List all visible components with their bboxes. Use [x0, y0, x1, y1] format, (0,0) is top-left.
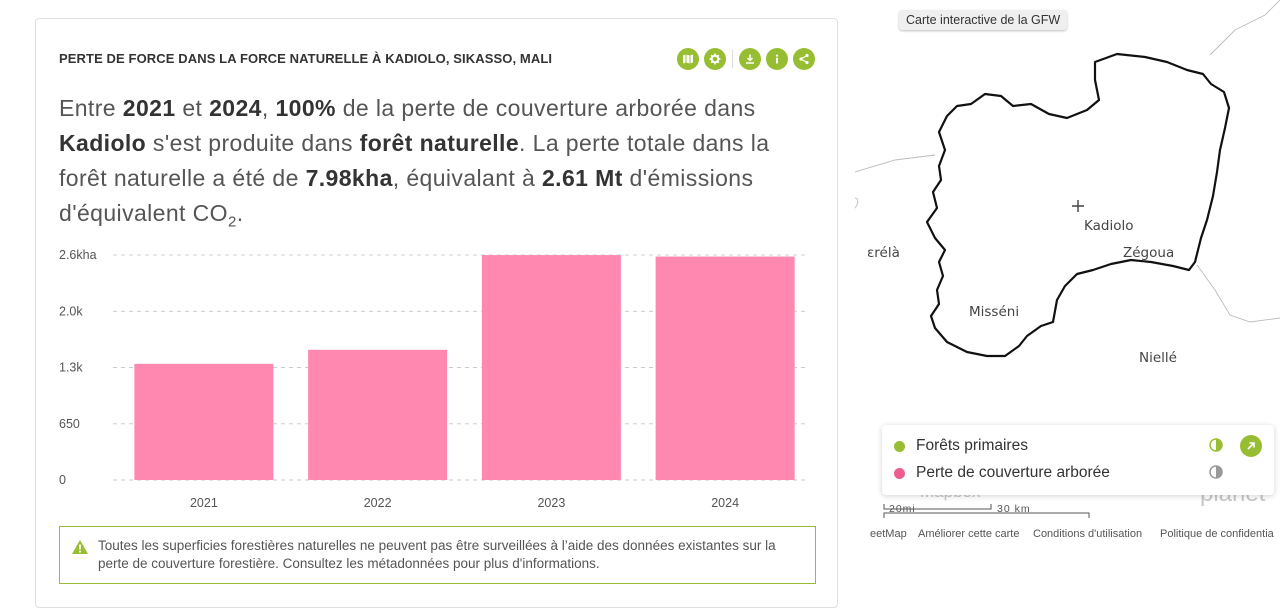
expand-arrow-icon[interactable] [1240, 435, 1262, 457]
x-tick-label: 2023 [537, 496, 565, 509]
map-legend: Forêts primaires Perte de couverture arb… [882, 425, 1274, 495]
legend-dot [894, 440, 905, 452]
percent-value: 100% [275, 95, 336, 121]
place-nielle: Niellé [1139, 350, 1177, 366]
y-tick-label: 2.6kha [59, 248, 97, 262]
warning-icon [72, 540, 88, 554]
info-icon[interactable] [766, 48, 788, 70]
opacity-toggle-icon[interactable] [1209, 438, 1223, 452]
widget-toolbar [672, 48, 815, 70]
privacy-link[interactable]: Politique de confidentia [1160, 528, 1274, 540]
bar-chart: 0 650 1.3k 2.0k 2.6kha 2021 2022 2023 2024 [59, 248, 808, 509]
opacity-toggle-icon[interactable] [1209, 465, 1223, 479]
x-tick-label: 2022 [364, 496, 392, 509]
y-tick-label: 2.0k [59, 304, 83, 318]
scale-km: 30 km [997, 503, 1031, 515]
osm-link[interactable]: eetMap [870, 528, 907, 540]
place-ngrela: ɛrélà [867, 245, 900, 261]
y-tick-label: 1.3k [59, 361, 83, 375]
widget-sentence: Entre 2021 et 2024, 100% de la perte de … [59, 95, 770, 231]
map-title: Carte interactive de la GFW [899, 10, 1068, 30]
download-icon[interactable] [739, 48, 761, 70]
place-kadiolo: Kadiolo [1084, 218, 1134, 234]
place-misseni: Misséni [969, 304, 1020, 320]
terms-link[interactable]: Conditions d'utilisation [1033, 528, 1142, 540]
x-tick-label: 2024 [711, 496, 739, 509]
improve-map-link[interactable]: Améliorer cette carte [918, 528, 1019, 540]
widget-title: PERTE DE FORCE DANS LA FORCE NATURELLE À… [59, 51, 553, 66]
warning-box: Toutes les superficies forestières natur… [59, 526, 816, 584]
bar [134, 363, 274, 480]
legend-dot [894, 467, 905, 479]
bar [308, 349, 448, 480]
toolbar-divider [732, 50, 733, 68]
legend-item-primary-forest: Forêts primaires [894, 437, 1028, 455]
y-tick-label: 650 [59, 417, 80, 431]
map-icon[interactable] [677, 48, 699, 70]
warning-text: Toutes les superficies forestières natur… [98, 538, 776, 571]
x-tick-label: 2021 [190, 496, 218, 509]
scale-miles: 20mi [889, 503, 916, 515]
forest-type: forêt naturelle [359, 130, 520, 156]
emissions-value: 2.61 Mt [541, 165, 623, 191]
total-loss: 7.98kha [305, 165, 393, 191]
place-zegoua: Zégoua [1123, 245, 1175, 261]
gear-icon[interactable] [704, 48, 726, 70]
location-name: Kadiolo [59, 130, 147, 156]
bar [481, 255, 621, 480]
crosshair-icon [1072, 200, 1084, 212]
legend-item-tree-cover-loss: Perte de couverture arborée [894, 464, 1110, 482]
y-tick-label: 0 [59, 473, 66, 487]
end-year: 2024 [209, 95, 262, 121]
share-icon[interactable] [793, 48, 815, 70]
start-year: 2021 [122, 95, 176, 121]
widget-card: PERTE DE FORCE DANS LA FORCE NATURELLE À… [35, 18, 838, 608]
bar [655, 256, 795, 480]
